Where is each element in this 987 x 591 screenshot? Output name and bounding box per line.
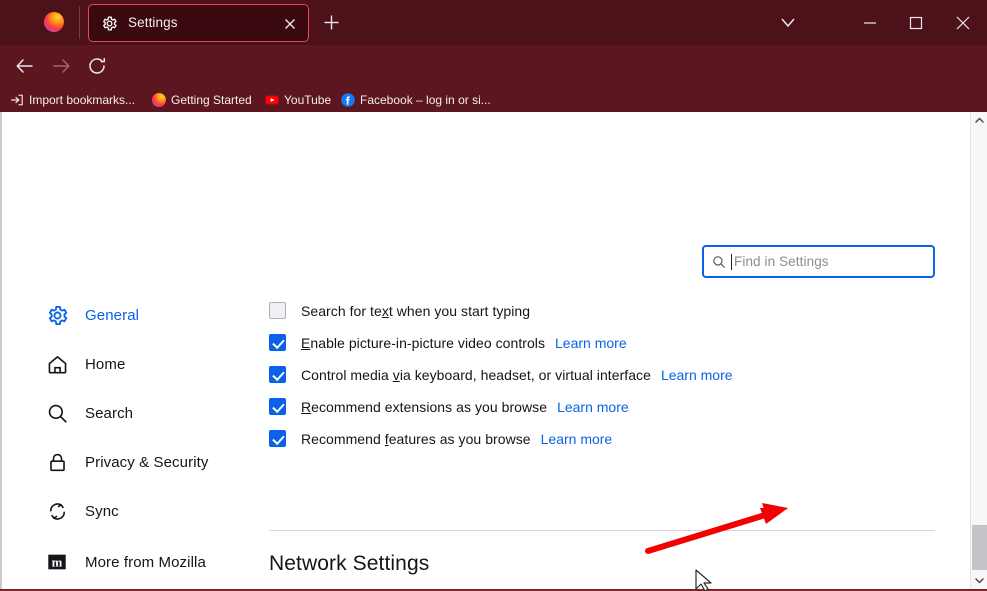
- sidebar-item-sync[interactable]: Sync: [44, 498, 254, 524]
- vertical-scrollbar[interactable]: [970, 112, 987, 589]
- svg-text:m: m: [52, 556, 63, 570]
- firefox-window: Settings: [0, 0, 987, 591]
- tab-settings[interactable]: Settings: [88, 4, 309, 42]
- bookmark-label: YouTube: [284, 93, 331, 107]
- home-icon: [44, 351, 70, 377]
- back-arrow-icon[interactable]: [14, 55, 36, 77]
- close-window-button[interactable]: [940, 0, 987, 45]
- firefox-logo-icon: [44, 12, 64, 32]
- text-caret: [731, 254, 732, 270]
- sidebar-item-general[interactable]: General: [44, 302, 254, 328]
- checkbox-picture-in-picture[interactable]: [269, 334, 286, 351]
- checkbox-recommend-features[interactable]: [269, 430, 286, 447]
- option-row: Recommend extensions as you browse Learn…: [269, 398, 939, 415]
- sidebar-item-label: Search: [85, 405, 133, 422]
- checkbox-control-media[interactable]: [269, 366, 286, 383]
- sidebar-item-label: More from Mozilla: [85, 554, 206, 571]
- network-settings-title: Network Settings: [269, 552, 429, 576]
- sidebar-item-home[interactable]: Home: [44, 351, 254, 377]
- option-label: Search for text when you start typing: [301, 303, 530, 319]
- gear-icon: [44, 302, 70, 328]
- sidebar-item-search[interactable]: Search: [44, 400, 254, 426]
- list-all-tabs-button[interactable]: [765, 0, 811, 45]
- search-icon: [44, 400, 70, 426]
- sync-icon: [44, 498, 70, 524]
- lock-icon: [44, 449, 70, 475]
- option-label: Recommend features as you browse: [301, 431, 531, 447]
- checkbox-search-for-text[interactable]: [269, 302, 286, 319]
- bookmark-label: Import bookmarks...: [29, 93, 135, 107]
- bookmark-label: Facebook – log in or si...: [360, 93, 491, 107]
- mozilla-m-icon: m: [44, 549, 70, 575]
- bookmark-getting-started[interactable]: Getting Started: [152, 90, 252, 109]
- gear-icon: [101, 15, 118, 32]
- option-label: Recommend extensions as you browse: [301, 399, 547, 415]
- scrollbar-thumb[interactable]: [972, 525, 987, 570]
- maximize-button[interactable]: [893, 0, 939, 45]
- learn-more-link[interactable]: Learn more: [541, 431, 613, 447]
- youtube-icon: [265, 93, 279, 107]
- general-options: Search for text when you start typing En…: [269, 302, 939, 462]
- sidebar-item-more-from-mozilla[interactable]: m More from Mozilla: [44, 549, 254, 575]
- forward-arrow-icon: [50, 55, 72, 77]
- firefox-logo-icon: [152, 93, 166, 107]
- learn-more-link[interactable]: Learn more: [555, 335, 627, 351]
- chevron-up-icon[interactable]: [971, 112, 987, 129]
- minimize-button[interactable]: [847, 0, 893, 45]
- facebook-icon: [341, 93, 355, 107]
- navigation-toolbar: Firefox about:preferences: [0, 45, 987, 86]
- learn-more-link[interactable]: Learn more: [661, 367, 733, 383]
- search-input[interactable]: Find in Settings: [702, 245, 935, 278]
- chevron-down-icon[interactable]: [971, 572, 987, 589]
- bookmark-label: Getting Started: [171, 93, 252, 107]
- option-row: Recommend features as you browse Learn m…: [269, 430, 939, 447]
- import-icon: [10, 93, 24, 107]
- option-row: Enable picture-in-picture video controls…: [269, 334, 939, 351]
- option-row: Search for text when you start typing: [269, 302, 939, 319]
- section-divider: [269, 530, 935, 531]
- tab-separator: [79, 6, 80, 39]
- settings-sidebar: General Home Search: [44, 302, 254, 591]
- sidebar-item-label: Sync: [85, 503, 119, 520]
- learn-more-link[interactable]: Learn more: [557, 399, 629, 415]
- new-tab-button[interactable]: [318, 9, 345, 36]
- option-label: Enable picture-in-picture video controls: [301, 335, 545, 351]
- tab-bar: Settings: [0, 0, 987, 45]
- bookmark-youtube[interactable]: YouTube: [265, 90, 331, 109]
- option-row: Control media via keyboard, headset, or …: [269, 366, 939, 383]
- tab-close-icon[interactable]: [282, 16, 298, 32]
- search-icon: [712, 255, 726, 269]
- option-label: Control media via keyboard, headset, or …: [301, 367, 651, 383]
- sidebar-item-privacy-security[interactable]: Privacy & Security: [44, 449, 254, 475]
- sidebar-item-label: General: [85, 307, 139, 324]
- reload-icon[interactable]: [86, 55, 108, 77]
- settings-page: Find in Settings General: [2, 112, 987, 591]
- tab-title: Settings: [128, 15, 178, 30]
- bookmark-facebook[interactable]: Facebook – log in or si...: [341, 90, 491, 109]
- search-placeholder: Find in Settings: [734, 254, 829, 269]
- sidebar-item-label: Home: [85, 356, 125, 373]
- bookmarks-bar: Import bookmarks... Getting Started YouT…: [0, 86, 987, 112]
- sidebar-item-label: Privacy & Security: [85, 454, 209, 471]
- bookmark-import[interactable]: Import bookmarks...: [10, 90, 135, 109]
- checkbox-recommend-extensions[interactable]: [269, 398, 286, 415]
